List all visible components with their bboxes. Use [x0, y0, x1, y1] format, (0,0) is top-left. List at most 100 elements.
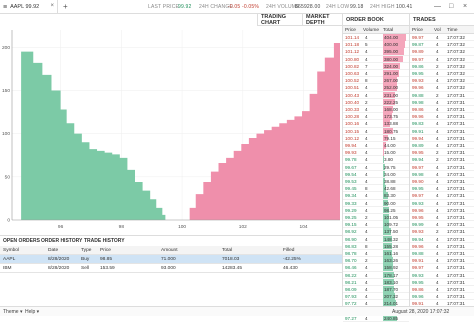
- trade-price: 99.93: [412, 200, 424, 206]
- ask-row[interactable]: 100.28 4 173.75: [343, 113, 409, 121]
- top-bar: ≡ AAPL 99.92 × + LAST PRICE 99.92 24H CH…: [0, 0, 474, 14]
- help-menu[interactable]: Help ▾: [25, 309, 39, 315]
- bid-row[interactable]: 99.67 4 29.75: [343, 163, 409, 171]
- trade-row: 99.97 4 17:07:32: [410, 56, 474, 63]
- bid-row[interactable]: 98.09 4 187.70: [343, 286, 409, 294]
- bid-row[interactable]: 99.33 4 90.00: [343, 199, 409, 207]
- trade-vol: 4: [436, 107, 439, 112]
- ask-row[interactable]: 100.51 4 252.00: [343, 84, 409, 92]
- ask-row[interactable]: 100.33 4 168.00: [343, 106, 409, 114]
- trade-price: 99.83: [412, 121, 424, 127]
- bid-row[interactable]: 98.70 2 163.26: [343, 257, 409, 265]
- bid-row[interactable]: 98.21 4 183.10: [343, 278, 409, 286]
- ask-row[interactable]: 100.63 4 291.00: [343, 70, 409, 78]
- bid-row[interactable]: 99.29 4 98.25: [343, 206, 409, 214]
- ob-price: 101.18: [345, 42, 360, 48]
- close-window-icon[interactable]: ×: [463, 3, 467, 10]
- minimize-icon[interactable]: —: [434, 3, 441, 10]
- bid-row[interactable]: 99.78 4 3.80: [343, 156, 409, 164]
- tab-trade-history[interactable]: TRADE HISTORY: [84, 238, 125, 244]
- trade-vol: 4: [436, 85, 439, 91]
- ob-volume: 7: [365, 63, 368, 69]
- trade-time: 17:07:31: [447, 294, 465, 300]
- table-row[interactable]: AAPL 8/28/2020 Buy 98.85 71.000 7018.03 …: [0, 255, 342, 264]
- ob-price: 99.34: [345, 193, 357, 199]
- ask-row[interactable]: 100.16 4 133.88: [343, 120, 409, 128]
- trade-row: 99.97 4 17:07:32: [410, 34, 474, 42]
- ob-total: 395.00: [384, 49, 399, 55]
- bid-row[interactable]: 99.53 4 38.88: [343, 178, 409, 186]
- trade-time: 17:07:31: [447, 135, 465, 141]
- ob-total: 101.05: [384, 215, 399, 220]
- bid-row[interactable]: 98.46 4 158.92: [343, 264, 409, 272]
- ask-row[interactable]: 99.94 4 44.00: [343, 142, 409, 150]
- hamburger-icon[interactable]: ≡: [3, 4, 7, 11]
- bid-row[interactable]: 98.83 8 155.28: [343, 242, 409, 250]
- trade-row: 99.86 2 17:07:32: [410, 63, 474, 70]
- add-tab-icon[interactable]: +: [63, 2, 68, 11]
- trade-vol: 4: [436, 215, 439, 220]
- bid-row[interactable]: 98.22 4 178.17: [343, 271, 409, 279]
- bid-row[interactable]: 98.92 4 137.50: [343, 228, 409, 236]
- ob-volume: 4: [365, 171, 368, 177]
- order-filled: 46.430: [283, 266, 298, 271]
- ob-price: 99.53: [345, 179, 357, 184]
- tab-trades[interactable]: TRADES: [409, 14, 474, 26]
- symbol-tab[interactable]: ≡ AAPL 99.92 ×: [0, 0, 58, 14]
- ask-row[interactable]: 100.43 4 231.00: [343, 91, 409, 99]
- close-tab-icon[interactable]: ×: [50, 3, 54, 9]
- trade-row: 99.94 2 17:07:31: [410, 156, 474, 164]
- ask-row[interactable]: 100.15 4 180.75: [343, 127, 409, 135]
- tab-market-depth[interactable]: MARKET DEPTH: [302, 14, 342, 26]
- ob-total: 168.00: [384, 107, 399, 112]
- theme-menu[interactable]: Theme ▾: [3, 309, 22, 315]
- ask-row[interactable]: 100.82 7 324.00: [343, 62, 409, 70]
- bid-row[interactable]: 98.78 4 161.16: [343, 250, 409, 258]
- ask-row[interactable]: 100.40 2 222.25: [343, 98, 409, 106]
- trade-vol: 4: [436, 251, 439, 256]
- bid-row[interactable]: 97.93 4 207.32: [343, 293, 409, 301]
- ob-price: 100.80: [345, 56, 360, 62]
- tab-order-book[interactable]: ORDER BOOK: [342, 14, 409, 26]
- trade-row: 99.91 4 17:07:31: [410, 128, 474, 135]
- ask-row[interactable]: 100.52 8 267.00: [343, 77, 409, 85]
- ask-row[interactable]: 101.14 4 404.00: [343, 34, 409, 42]
- trade-price: 99.93: [412, 272, 424, 278]
- ob-price: 99.54: [345, 171, 357, 177]
- tab-order-history[interactable]: ORDER HISTORY: [41, 238, 82, 244]
- trade-time: 17:07:32: [447, 35, 465, 40]
- trade-vol: 2: [436, 150, 439, 156]
- trade-row: 99.89 4 17:07:31: [410, 142, 474, 150]
- bid-row[interactable]: 99.15 4 109.72: [343, 221, 409, 229]
- ask-row[interactable]: 100.80 4 380.00: [343, 55, 409, 63]
- ob-price: 100.52: [345, 78, 360, 84]
- market-depth-chart: 0 50 100 150 200 96 98 100 102 104: [0, 26, 342, 234]
- bid-row[interactable]: 99.45 8 42.68: [343, 185, 409, 193]
- ask-row[interactable]: 101.12 4 395.00: [343, 48, 409, 56]
- maximize-icon[interactable]: □: [449, 3, 453, 10]
- trade-time: 17:07:31: [447, 215, 465, 220]
- ob-total: 187.70: [384, 287, 399, 292]
- tr-col-time: Time: [447, 28, 458, 33]
- ob-total: 83.30: [384, 193, 396, 199]
- bid-row[interactable]: 99.54 4 34.00: [343, 170, 409, 178]
- trade-vol: 4: [436, 179, 439, 184]
- bid-row[interactable]: 99.34 4 83.30: [343, 192, 409, 200]
- ask-row[interactable]: 99.93 4 15.00: [343, 149, 409, 157]
- tab-trading-chart[interactable]: TRADING CHART: [257, 14, 302, 26]
- trade-time: 17:07:32: [447, 85, 465, 91]
- ob-volume: 4: [365, 200, 368, 206]
- ob-price: 99.94: [345, 143, 357, 148]
- trade-price: 99.90: [412, 179, 424, 184]
- bid-row[interactable]: 99.25 2 101.05: [343, 214, 409, 222]
- trade-price: 99.98: [412, 171, 424, 177]
- bid-row[interactable]: 98.90 4 148.32: [343, 235, 409, 243]
- table-row[interactable]: IBM 8/28/2020 Sell 153.59 93.000 14283.4…: [0, 264, 342, 273]
- trade-time: 17:07:31: [447, 171, 465, 177]
- tab-open-orders[interactable]: OPEN ORDERS: [3, 238, 40, 244]
- ask-row[interactable]: 100.12 4 79.15: [343, 134, 409, 142]
- trade-vol: 4: [436, 265, 439, 271]
- trade-price: 99.96: [412, 207, 424, 213]
- trade-time: 17:07:31: [447, 258, 465, 264]
- ask-row[interactable]: 101.18 5 400.00: [343, 41, 409, 49]
